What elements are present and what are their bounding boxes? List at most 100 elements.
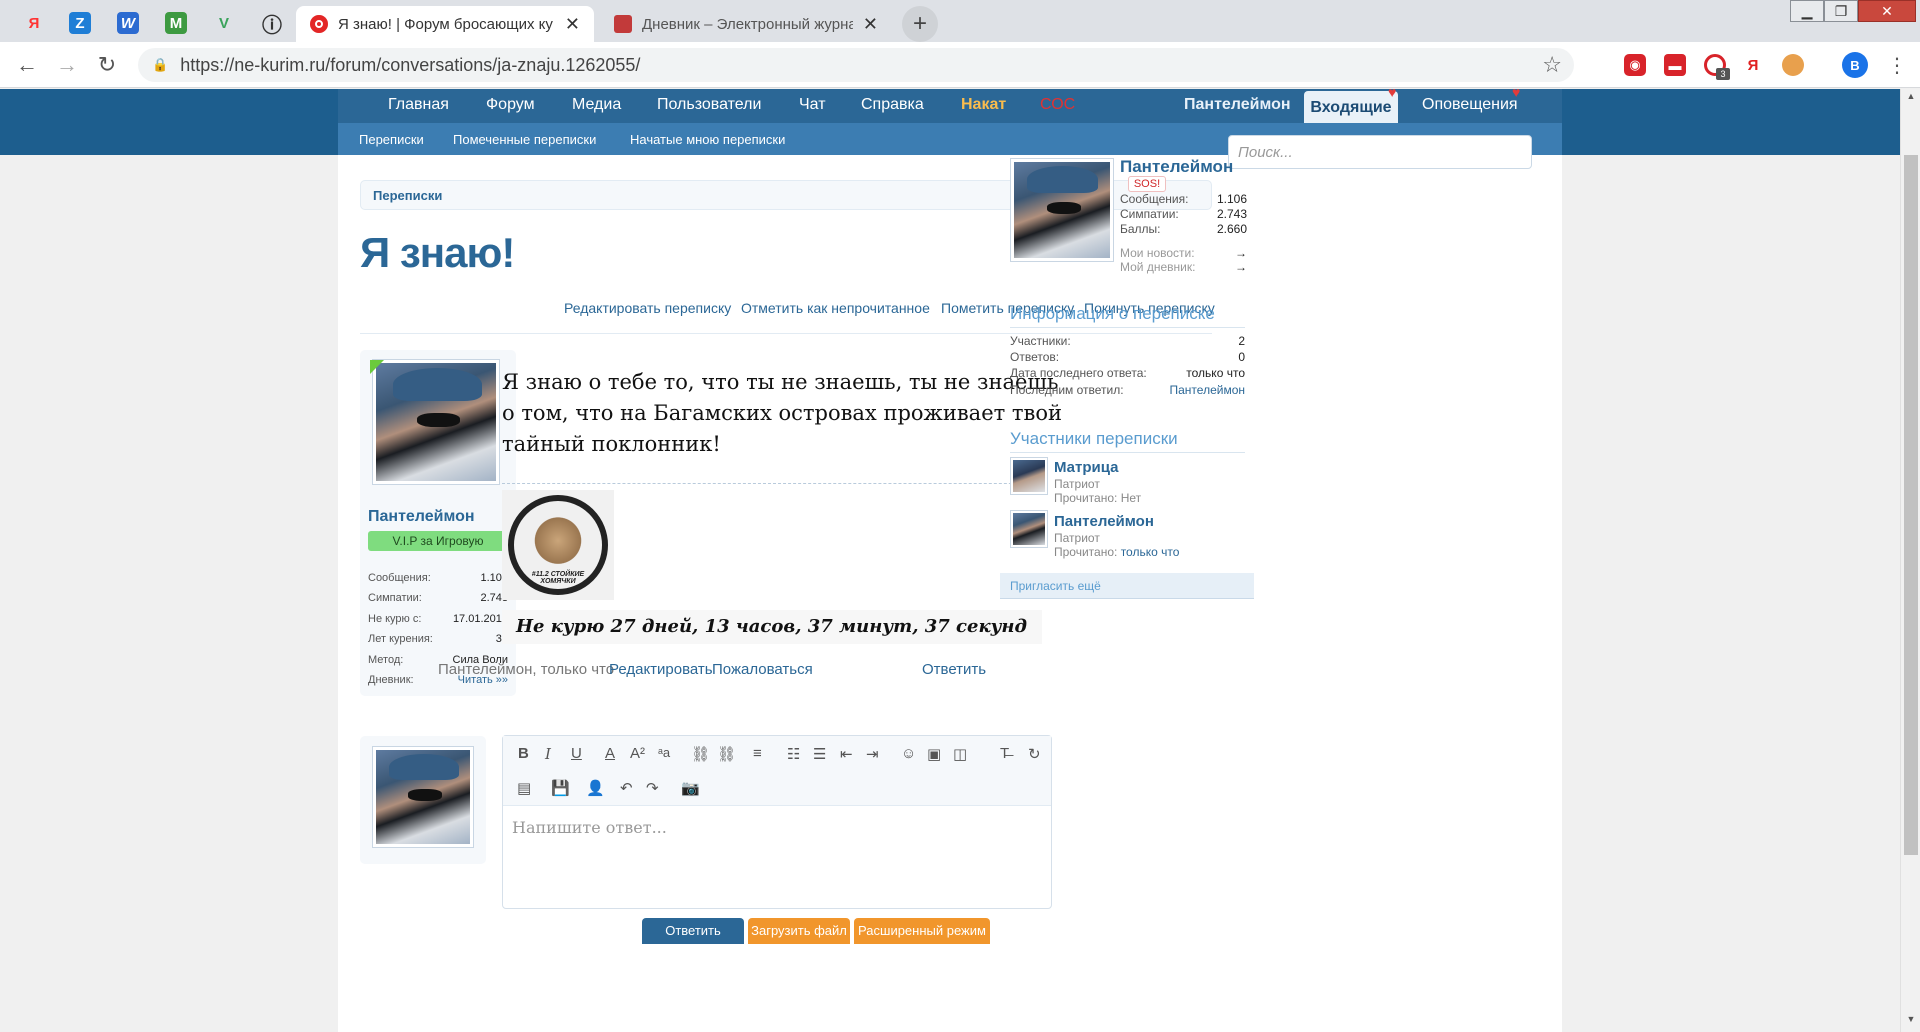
back-button[interactable]: ← — [12, 50, 42, 80]
user-stat: Симпатии: 2.743 — [368, 592, 508, 604]
nav-help[interactable]: Справка — [861, 96, 924, 114]
numbered-list-icon[interactable]: ☰ — [813, 745, 826, 763]
last-replier-link[interactable]: Пантелеймон — [1170, 383, 1246, 397]
profile-avatar[interactable]: B — [1842, 52, 1868, 78]
my-diary-link[interactable]: Мой дневник: → — [1120, 260, 1247, 274]
mark-unread-link[interactable]: Отметить как непрочитанное — [741, 300, 930, 316]
subnav-starred[interactable]: Помеченные переписки — [453, 132, 596, 147]
nav-users[interactable]: Пользователи — [657, 96, 761, 114]
bookmark-star-icon[interactable]: ☆ — [1542, 52, 1562, 78]
ext-stop-icon[interactable]: ◉ — [1624, 54, 1646, 76]
ext-video-icon[interactable]: ▬ — [1664, 54, 1686, 76]
pinned-tab-yandex[interactable]: Я — [14, 6, 54, 40]
address-url[interactable]: https://ne-kurim.ru/forum/conversations/… — [180, 55, 640, 76]
reply-link[interactable]: Ответить — [922, 661, 986, 678]
nav-chat[interactable]: Чат — [799, 96, 826, 114]
tab-title: Я знаю! | Форум бросающих ку — [338, 15, 553, 33]
tab-diary[interactable]: Дневник – Электронный журна ✕ — [600, 6, 892, 42]
pinned-tab-z[interactable]: Z — [60, 6, 100, 40]
minimize-button[interactable]: ▁ — [1790, 0, 1824, 22]
close-icon[interactable]: ✕ — [863, 14, 878, 35]
nav-user[interactable]: Пантелеймон — [1184, 96, 1291, 114]
undo-icon[interactable]: ↶ — [620, 779, 633, 797]
nav-inbox[interactable]: Входящие — [1304, 91, 1398, 125]
sidebar-username[interactable]: Пантелеймон — [1120, 157, 1233, 177]
my-news-link[interactable]: Мои новости: → — [1120, 246, 1247, 260]
edit-message-link[interactable]: Редактировать — [609, 661, 713, 678]
template-icon[interactable]: ▤ — [517, 779, 531, 797]
new-tab-button[interactable]: + — [902, 6, 938, 42]
reload-button[interactable]: ↻ — [92, 50, 122, 80]
upload-file-button[interactable]: Загрузить файл — [748, 918, 850, 944]
user-icon[interactable]: 👤 — [586, 779, 605, 797]
nav-alerts[interactable]: Оповещения — [1422, 96, 1518, 114]
search-input[interactable]: Поиск... — [1228, 135, 1532, 169]
page-scrollbar[interactable]: ▲ ▼ — [1900, 89, 1920, 1032]
bullet-list-icon[interactable]: ☷ — [787, 745, 800, 763]
participant-avatar[interactable] — [1010, 510, 1048, 548]
message-author[interactable]: Пантелеймон — [368, 508, 475, 526]
reply-submit-button[interactable]: Ответить — [642, 918, 744, 944]
participant-name[interactable]: Пантелеймон — [1054, 513, 1154, 530]
info-row: Участники: 2 — [1010, 334, 1245, 348]
align-icon[interactable]: ≡ — [753, 745, 762, 762]
pinned-tab-blog[interactable]: W — [108, 6, 148, 40]
underline-icon[interactable]: U — [571, 745, 582, 762]
link-icon[interactable]: ⛓ — [691, 745, 710, 763]
sidebar-stat: Баллы: 2.660 — [1120, 222, 1247, 236]
pinned-tab-m[interactable]: M — [156, 6, 196, 40]
scroll-up-icon[interactable]: ▲ — [1901, 91, 1920, 107]
toggle-bbcode-icon[interactable]: ↻ — [1028, 745, 1041, 763]
forward-button[interactable]: → — [52, 50, 82, 80]
outdent-icon[interactable]: ⇤ — [840, 745, 853, 763]
unlink-icon[interactable]: ⛓ — [717, 745, 736, 763]
clear-format-icon[interactable]: T̶ — [1000, 745, 1009, 762]
maximize-button[interactable]: ❐ — [1824, 0, 1858, 22]
sidebar-stat: Сообщения: 1.106 — [1120, 192, 1247, 206]
image-icon[interactable]: ▣ — [927, 745, 941, 763]
close-icon[interactable]: ✕ — [565, 14, 580, 35]
report-link[interactable]: Пожаловаться — [712, 661, 813, 678]
subnav-started[interactable]: Начатые мною переписки — [630, 132, 785, 147]
advanced-mode-button[interactable]: Расширенный режим — [854, 918, 990, 944]
menu-kebab-icon[interactable]: ⋮ — [1882, 50, 1912, 80]
text-color-icon[interactable]: A — [605, 745, 615, 762]
tab-title: Дневник – Электронный журна — [642, 15, 853, 33]
reply-textarea[interactable]: Напишите ответ... — [512, 818, 667, 837]
indent-icon[interactable]: ⇥ — [866, 745, 879, 763]
nav-forum[interactable]: Форум — [486, 96, 535, 114]
scroll-thumb[interactable] — [1904, 155, 1918, 855]
media-icon[interactable]: ◫ — [953, 745, 967, 763]
pinned-tab-v[interactable]: V — [204, 6, 244, 40]
scroll-down-icon[interactable]: ▼ — [1901, 1014, 1920, 1030]
address-bar[interactable]: 🔒 https://ne-kurim.ru/forum/conversation… — [138, 48, 1574, 82]
font-family-icon[interactable]: ᵃa — [658, 745, 670, 760]
avatar[interactable] — [1010, 158, 1114, 262]
invite-more-button[interactable]: Пригласить ещё — [1000, 573, 1254, 599]
participant-read: Прочитано: только что — [1054, 545, 1180, 559]
italic-icon[interactable]: I — [545, 745, 551, 763]
font-size-icon[interactable]: A² — [630, 745, 645, 762]
edit-conversation-link[interactable]: Редактировать переписку — [564, 300, 731, 316]
tab-forum[interactable]: Я знаю! | Форум бросающих ку ✕ — [296, 6, 594, 42]
browser-tab-bar: Я Z W M V ⓘ Я знаю! | Форум бросающих ку… — [0, 0, 1920, 42]
redo-icon[interactable]: ↷ — [646, 779, 659, 797]
ext-avatar-icon[interactable] — [1782, 54, 1804, 76]
pinned-tab-info[interactable]: ⓘ — [252, 6, 292, 40]
subnav-conversations[interactable]: Переписки — [359, 132, 424, 147]
participant-name[interactable]: Матрица — [1054, 459, 1119, 476]
bold-icon[interactable]: B — [518, 745, 529, 762]
camera-icon[interactable]: 📷 — [681, 779, 700, 797]
nav-sos[interactable]: СОС — [1040, 96, 1075, 114]
save-draft-icon[interactable]: 💾 — [551, 779, 570, 797]
smiley-icon[interactable]: ☺ — [901, 745, 916, 762]
window-close-button[interactable]: ✕ — [1858, 0, 1916, 22]
nav-nakat[interactable]: Накат — [961, 96, 1006, 114]
sos-badge[interactable]: SOS! — [1128, 176, 1166, 192]
avatar[interactable] — [372, 359, 500, 485]
nav-media[interactable]: Медиа — [572, 96, 621, 114]
nav-home[interactable]: Главная — [388, 96, 449, 114]
ext-yandex-icon[interactable]: Я — [1742, 54, 1764, 76]
reply-editor[interactable]: B I U A A² ᵃa ⛓ ⛓ ≡ ☷ ☰ ⇤ ⇥ ☺ ▣ ◫ T̶ ↻ ▤… — [502, 735, 1052, 909]
participant-avatar[interactable] — [1010, 457, 1048, 495]
